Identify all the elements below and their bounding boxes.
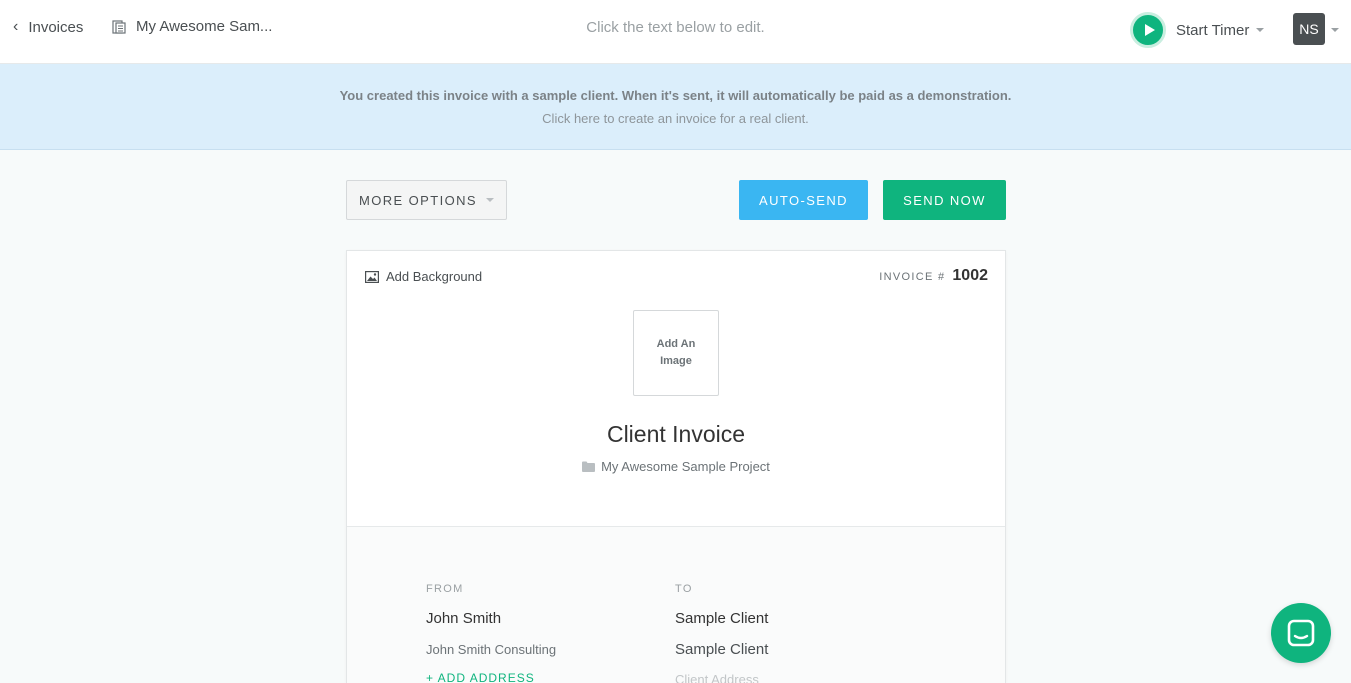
from-name[interactable]: John Smith — [426, 610, 556, 627]
back-label: Invoices — [28, 18, 84, 36]
invoice-header: Add Background INVOICE # 1002 Add An Ima… — [347, 251, 1005, 527]
start-timer-button[interactable]: Start Timer — [1130, 12, 1265, 48]
invoice-parties: FROM John Smith John Smith Consulting + … — [347, 527, 1005, 683]
project-label: My Awesome Sample Project — [601, 459, 770, 474]
image-icon — [365, 270, 379, 283]
timer-label: Start Timer — [1176, 21, 1250, 39]
to-heading: TO — [675, 583, 693, 595]
document-icon — [112, 19, 126, 34]
avatar[interactable]: NS — [1293, 13, 1325, 45]
sample-client-banner: You created this invoice with a sample c… — [0, 64, 1351, 150]
add-image-button[interactable]: Add An Image — [633, 310, 719, 396]
add-background-label: Add Background — [386, 269, 483, 284]
banner-message: You created this invoice with a sample c… — [339, 88, 1012, 103]
more-options-label: MORE OPTIONS — [359, 192, 477, 208]
play-icon — [1130, 12, 1166, 48]
breadcrumb[interactable]: My Awesome Sam... — [112, 18, 272, 35]
invoice-title[interactable]: Client Invoice — [347, 421, 1005, 448]
invoice-number-value: 1002 — [952, 267, 988, 284]
send-now-button[interactable]: SEND NOW — [883, 180, 1006, 220]
invoice-number[interactable]: INVOICE # 1002 — [879, 267, 988, 285]
chevron-down-icon — [485, 198, 494, 202]
add-address-button[interactable]: + ADD ADDRESS — [426, 671, 556, 683]
avatar-menu-chevron-down-icon[interactable] — [1331, 28, 1339, 32]
invoice-number-label: INVOICE # — [879, 271, 946, 283]
from-company[interactable]: John Smith Consulting — [426, 642, 556, 657]
back-to-invoices-link[interactable]: ‹ Invoices — [13, 18, 83, 36]
folder-icon — [582, 461, 596, 472]
chat-launcher-button[interactable] — [1271, 603, 1331, 663]
more-options-button[interactable]: MORE OPTIONS — [346, 180, 507, 220]
project-link[interactable]: My Awesome Sample Project — [347, 459, 1005, 474]
breadcrumb-label: My Awesome Sam... — [136, 18, 273, 35]
edit-hint-text: Click the text below to edit. — [586, 19, 765, 36]
chevron-left-icon: ‹ — [13, 18, 19, 35]
from-section: FROM John Smith John Smith Consulting + … — [426, 583, 556, 683]
client-address-field[interactable]: Client Address — [675, 672, 768, 683]
add-background-button[interactable]: Add Background — [365, 269, 482, 284]
chevron-down-icon — [1256, 28, 1265, 32]
to-name[interactable]: Sample Client — [675, 610, 768, 627]
from-heading: FROM — [426, 583, 464, 595]
top-bar: ‹ Invoices My Awesome Sam... Click the t… — [0, 0, 1351, 64]
invoice-card: Add Background INVOICE # 1002 Add An Ima… — [346, 250, 1006, 683]
chat-icon — [1287, 619, 1315, 647]
to-company[interactable]: Sample Client — [675, 641, 768, 658]
create-real-client-link[interactable]: Click here to create an invoice for a re… — [0, 111, 1351, 126]
to-section: TO Sample Client Sample Client Client Ad… — [675, 583, 768, 683]
auto-send-button[interactable]: AUTO-SEND — [739, 180, 868, 220]
